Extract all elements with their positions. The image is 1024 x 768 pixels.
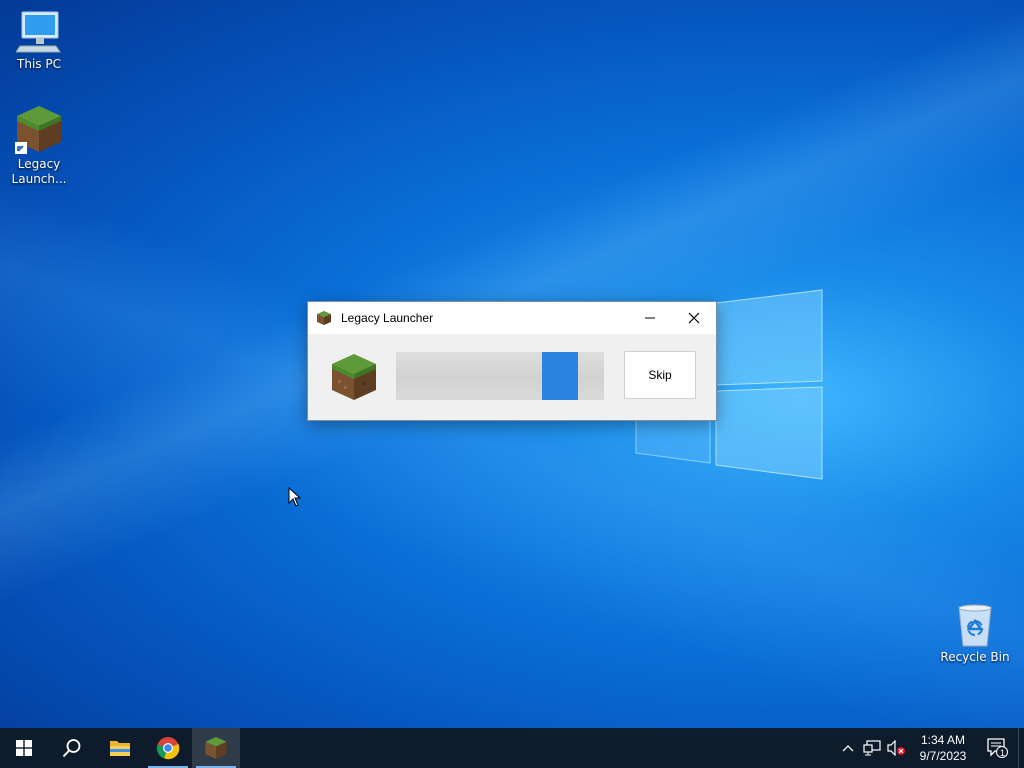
recycle-bin-icon (958, 604, 992, 647)
start-button[interactable] (0, 728, 48, 768)
show-hidden-icons-button[interactable] (836, 728, 860, 768)
dialog-titlebar[interactable]: Legacy Launcher (308, 302, 716, 334)
skip-button[interactable]: Skip (624, 351, 696, 399)
notification-count: 1 (1000, 748, 1006, 758)
search-button[interactable] (48, 728, 96, 768)
network-tray-button[interactable] (860, 728, 884, 768)
loading-progress-bar (396, 352, 604, 400)
computer-icon (16, 11, 61, 53)
desktop-icon-label: This PC (17, 57, 61, 71)
chrome-taskbar-button[interactable] (144, 728, 192, 768)
chevron-up-icon (842, 745, 854, 752)
grass-block-icon (317, 311, 331, 325)
action-center-button[interactable]: 1 (978, 728, 1018, 768)
system-tray: 1:34 AM 9/7/2023 1 (836, 728, 1024, 768)
network-icon (863, 740, 881, 756)
desktop-icon-this-pc[interactable]: This PC (1, 10, 77, 72)
chrome-icon (156, 737, 180, 760)
mouse-cursor-icon (288, 487, 302, 507)
grass-block-icon (15, 106, 61, 154)
legacy-launcher-icon (205, 736, 227, 760)
grass-block-logo (332, 354, 376, 400)
show-desktop-button[interactable] (1018, 728, 1024, 768)
file-explorer-icon (110, 741, 130, 756)
close-icon (688, 312, 700, 324)
progress-indicator (542, 352, 578, 400)
close-button[interactable] (672, 302, 716, 334)
minimize-icon (645, 317, 655, 319)
minimize-button[interactable] (628, 302, 672, 334)
start-icon (16, 740, 32, 756)
desktop-icon-recycle-bin[interactable]: Recycle Bin (937, 603, 1013, 665)
taskbar: 1:34 AM 9/7/2023 1 (0, 728, 1024, 768)
dialog-body: Skip (308, 334, 716, 420)
legacy-launcher-taskbar-button[interactable] (192, 728, 240, 768)
notification-icon (987, 738, 1008, 758)
volume-muted-icon (887, 740, 905, 756)
dialog-title: Legacy Launcher (341, 311, 434, 325)
search-icon (62, 739, 81, 758)
desktop-icon-legacy-launcher[interactable]: Legacy Launch... (1, 104, 77, 187)
file-explorer-taskbar-button[interactable] (96, 728, 144, 768)
volume-tray-button[interactable] (884, 728, 908, 768)
legacy-launcher-dialog: Legacy Launcher Skip (307, 301, 717, 421)
clock-date: 9/7/2023 (919, 749, 967, 763)
desktop-icon-label: Recycle Bin (940, 650, 1010, 664)
desktop-icon-label: Legacy Launch... (11, 157, 67, 186)
taskbar-clock[interactable]: 1:34 AM 9/7/2023 (908, 732, 978, 764)
clock-time: 1:34 AM (920, 733, 966, 747)
